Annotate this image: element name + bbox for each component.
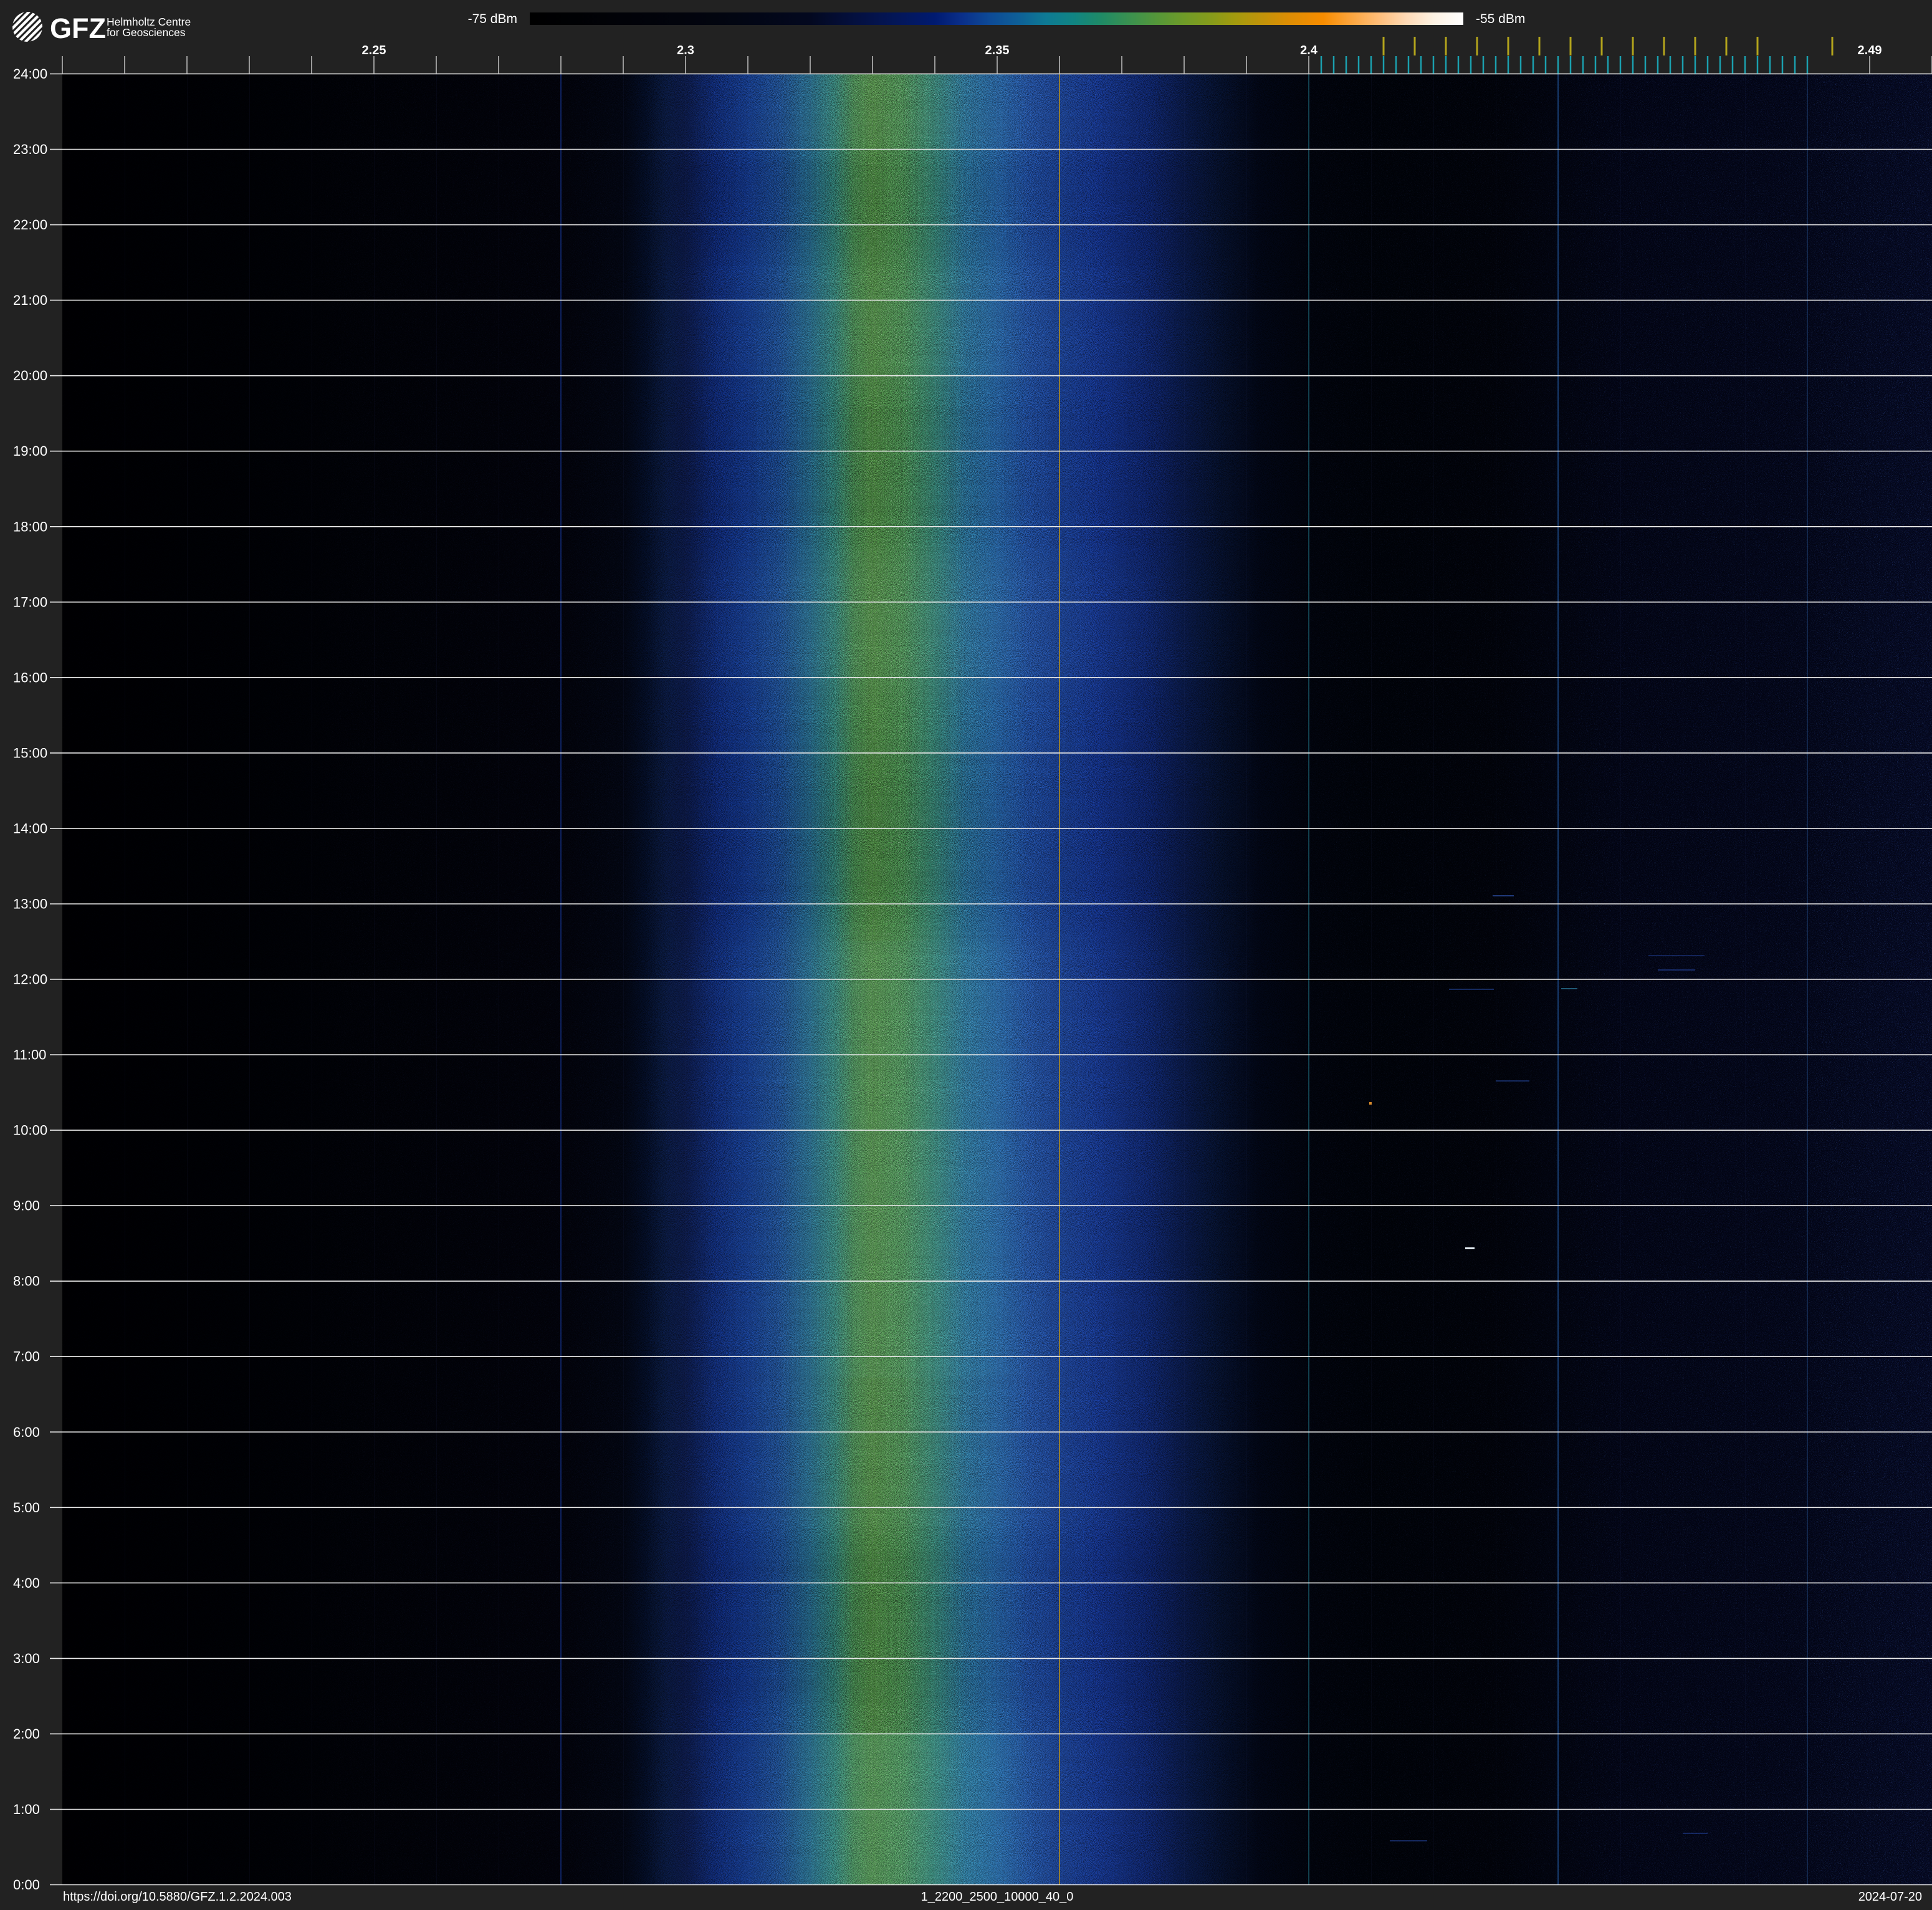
svg-text:5:00: 5:00 <box>13 1500 40 1515</box>
svg-text:2.25: 2.25 <box>362 44 386 57</box>
svg-text:9:00: 9:00 <box>13 1198 40 1214</box>
svg-text:2.49: 2.49 <box>1858 44 1882 57</box>
svg-text:8:00: 8:00 <box>13 1274 40 1289</box>
svg-text:11:00: 11:00 <box>13 1047 46 1063</box>
svg-text:14:00: 14:00 <box>13 820 47 836</box>
svg-text:2:00: 2:00 <box>13 1726 40 1742</box>
svg-text:-75 dBm: -75 dBm <box>468 12 517 26</box>
svg-text:2.3: 2.3 <box>677 44 694 57</box>
svg-text:0:00: 0:00 <box>13 1877 40 1893</box>
svg-text:1_2200_2500_10000_40_0: 1_2200_2500_10000_40_0 <box>921 1890 1074 1904</box>
svg-text:-55 dBm: -55 dBm <box>1476 12 1525 26</box>
svg-text:23:00: 23:00 <box>13 142 47 157</box>
svg-text:20:00: 20:00 <box>13 368 47 383</box>
svg-text:2.4: 2.4 <box>1300 44 1318 57</box>
svg-text:22:00: 22:00 <box>13 217 47 233</box>
svg-text:19:00: 19:00 <box>13 443 47 459</box>
svg-text:21:00: 21:00 <box>13 292 47 308</box>
svg-text:24:00: 24:00 <box>13 66 47 82</box>
svg-text:13:00: 13:00 <box>13 896 47 911</box>
svg-text:6:00: 6:00 <box>13 1424 40 1440</box>
svg-text:2.35: 2.35 <box>985 44 1010 57</box>
svg-text:18:00: 18:00 <box>13 519 47 534</box>
svg-text:4:00: 4:00 <box>13 1575 40 1591</box>
svg-text:3:00: 3:00 <box>13 1651 40 1666</box>
svg-text:GFZ: GFZ <box>50 12 106 44</box>
svg-text:1:00: 1:00 <box>13 1802 40 1817</box>
svg-text:2024-07-20: 2024-07-20 <box>1858 1890 1922 1904</box>
svg-text:for Geosciences: for Geosciences <box>107 26 186 39</box>
svg-text:https://doi.org/10.5880/GFZ.1.: https://doi.org/10.5880/GFZ.1.2.2024.003 <box>63 1890 292 1904</box>
svg-text:15:00: 15:00 <box>13 745 47 761</box>
svg-text:17:00: 17:00 <box>13 594 47 610</box>
svg-text:10:00: 10:00 <box>13 1123 47 1138</box>
svg-text:12:00: 12:00 <box>13 972 47 987</box>
svg-text:7:00: 7:00 <box>13 1349 40 1365</box>
svg-text:16:00: 16:00 <box>13 669 47 685</box>
